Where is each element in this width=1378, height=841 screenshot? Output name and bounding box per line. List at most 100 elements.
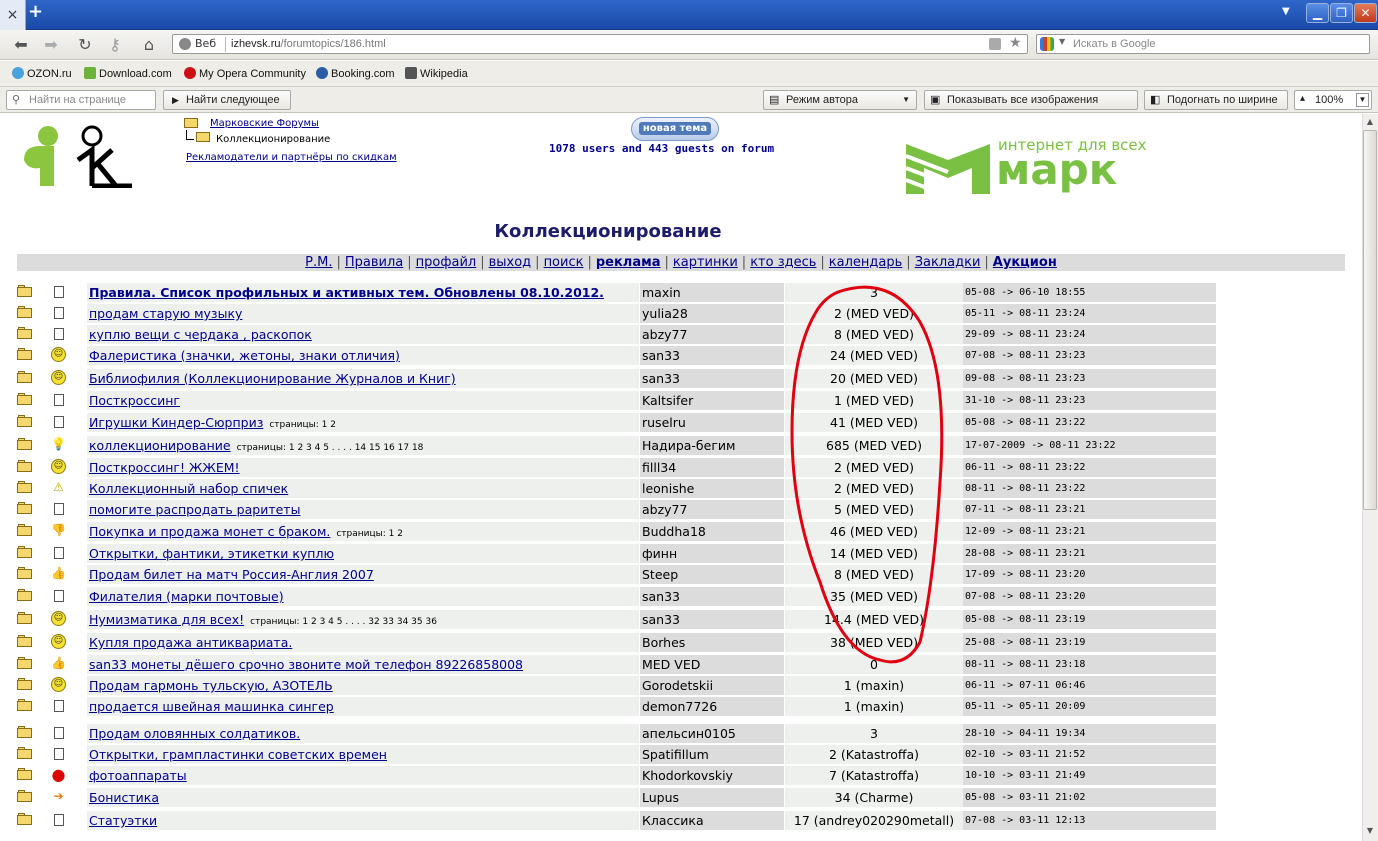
scroll-down-icon[interactable]: ▼: [1364, 826, 1376, 838]
topic-link[interactable]: помогите распродать раритеты: [89, 502, 300, 517]
advertisers-link[interactable]: Рекламодатели и партнёры по скидкам: [186, 152, 397, 163]
topic-link[interactable]: Филателия (марки почтовые): [89, 589, 284, 604]
reload-icon[interactable]: ↻: [74, 34, 96, 56]
topic-title-cell: Фалеристика (значки, жетоны, знаки отлич…: [87, 346, 639, 365]
red-annotation-ellipse: [790, 285, 944, 664]
bookmark-label: Wikipedia: [420, 68, 468, 80]
menu-item[interactable]: Аукцион: [993, 255, 1057, 270]
tab-close-icon[interactable]: ×: [0, 0, 26, 30]
site-logo[interactable]: [20, 120, 138, 188]
topic-link[interactable]: Игрушки Киндер-Сюрприз: [89, 415, 263, 430]
document-icon: [54, 700, 64, 712]
chevron-down-icon[interactable]: ▼: [1356, 93, 1369, 107]
author-mode-icon: ▤: [769, 94, 780, 106]
topic-link[interactable]: продается швейная машинка сингер: [89, 699, 334, 714]
topic-link[interactable]: Продам гармонь тульскую, АЗОТЕЛЬ: [89, 678, 333, 693]
smiley-icon: ☺: [51, 611, 66, 626]
topic-title-cell: Продам гармонь тульскую, АЗОТЕЛЬ: [87, 676, 639, 695]
menu-item[interactable]: кто здесь: [750, 255, 816, 270]
bookmark-download[interactable]: Download.com: [84, 67, 172, 80]
bookmark-star-icon[interactable]: ★: [1009, 35, 1022, 51]
topic-author: Khodorkovskiy: [640, 766, 784, 785]
menu-item[interactable]: Закладки: [915, 255, 981, 270]
close-window-icon[interactable]: ✕: [1354, 3, 1377, 23]
maximize-icon[interactable]: ❐: [1330, 3, 1353, 23]
topic-author: Borhes: [640, 633, 784, 652]
menu-item[interactable]: профайл: [416, 255, 477, 270]
topic-link[interactable]: продам старую музыку: [89, 306, 242, 321]
topic-link[interactable]: Правила. Список профильных и активных те…: [89, 285, 604, 300]
topic-link[interactable]: Библиофилия (Коллекционирование Журналов…: [89, 371, 456, 386]
topic-link[interactable]: Открытки, грампластинки советских времен: [89, 747, 387, 762]
minimize-icon[interactable]: ▁: [1306, 3, 1329, 23]
find-next-button[interactable]: ▶ Найти следующее: [163, 90, 291, 110]
menu-item[interactable]: картинки: [673, 255, 738, 270]
menu-item[interactable]: реклама: [596, 255, 661, 270]
topic-link[interactable]: Статуэтки: [89, 813, 157, 828]
find-next-icon: ▶: [172, 95, 179, 105]
topic-pages[interactable]: страницы: 1 2: [269, 420, 336, 430]
topic-link[interactable]: Покупка и продажа монет с браком.: [89, 524, 330, 539]
new-tab-button[interactable]: +: [28, 3, 44, 21]
menu-item[interactable]: Р.М.: [305, 255, 332, 270]
topic-link[interactable]: куплю вещи с чердака , раскопок: [89, 327, 312, 342]
topic-link[interactable]: коллекционирование: [89, 438, 231, 453]
topic-link[interactable]: Купля продажа антиквариата.: [89, 635, 292, 650]
search-box[interactable]: ▼ Искать в Google: [1036, 34, 1370, 54]
topic-link[interactable]: Посткроссинг! ЖЖЕМ!: [89, 460, 240, 475]
menu-item[interactable]: поиск: [544, 255, 584, 270]
thumbs-up-icon: 👍: [51, 566, 66, 580]
forward-icon[interactable]: ➡: [40, 34, 62, 56]
topic-pages[interactable]: страницы: 1 2 3 4 5 . . . . 14 15 16 17 …: [237, 443, 424, 453]
mark-logo[interactable]: интернет для всех марк: [902, 136, 1152, 202]
author-mode-select[interactable]: ▤ Режим автора ▼: [763, 90, 917, 110]
find-input[interactable]: ⚲ Найти на странице: [6, 90, 156, 110]
opera-icon: [184, 67, 196, 79]
search-engine-dropdown-icon[interactable]: ▼: [1059, 37, 1065, 46]
topic-pages[interactable]: страницы: 1 2: [336, 529, 403, 539]
key-icon[interactable]: ⚷: [104, 34, 126, 56]
scrollbar-thumb[interactable]: [1363, 130, 1377, 510]
back-icon[interactable]: ⬅: [10, 34, 32, 56]
url-text[interactable]: izhevsk.ru/forumtopics/186.html: [231, 36, 386, 52]
folder-icon: [17, 546, 32, 558]
topic-link[interactable]: Посткроссинг: [89, 393, 180, 408]
breadcrumb-root-link[interactable]: Марковские Форумы: [210, 118, 319, 129]
topic-link[interactable]: Продам оловянных солдатиков.: [89, 726, 300, 741]
topic-link[interactable]: Коллекционный набор спичек: [89, 481, 288, 496]
booking-icon: [316, 67, 328, 79]
new-topic-button[interactable]: новая тема: [631, 117, 719, 141]
topic-replies: 17 (andrey020290metall): [785, 811, 963, 830]
menu-item[interactable]: Правила: [345, 255, 403, 270]
topic-link[interactable]: Открытки, фантики, этикетки куплю: [89, 546, 334, 561]
topic-pages[interactable]: страницы: 1 2 3 4 5 . . . . 32 33 34 35 …: [250, 617, 437, 627]
home-icon[interactable]: ⌂: [138, 34, 160, 56]
google-icon: [1040, 37, 1054, 51]
bookmark-booking[interactable]: Booking.com: [316, 67, 395, 80]
rss-icon[interactable]: [989, 38, 1001, 50]
search-placeholder: Искать в Google: [1073, 38, 1156, 50]
zoom-select[interactable]: ▴ 100% ▼: [1294, 90, 1372, 110]
fit-width-button[interactable]: ◧ Подогнать по ширине: [1144, 90, 1288, 110]
topic-link[interactable]: Продам билет на матч Россия-Англия 2007: [89, 567, 374, 582]
topic-link[interactable]: Бонистика: [89, 790, 159, 805]
topic-link[interactable]: фотоаппараты: [89, 768, 187, 783]
folder-icon: [17, 635, 32, 647]
bookmark-wikipedia[interactable]: Wikipedia: [405, 67, 468, 80]
bookmark-ozon[interactable]: OZON.ru: [12, 67, 72, 80]
folder-icon: [17, 747, 32, 759]
topic-link[interactable]: Фалеристика (значки, жетоны, знаки отлич…: [89, 348, 400, 363]
menu-item[interactable]: выход: [489, 255, 532, 270]
bookmark-opera[interactable]: My Opera Community: [184, 67, 306, 80]
show-images-button[interactable]: ▣ Показывать все изображения: [924, 90, 1138, 110]
topic-link[interactable]: san33 монеты дёшего срочно звоните мой т…: [89, 657, 523, 672]
folder-icon: [17, 678, 32, 690]
tab-menu-icon[interactable]: ▼: [1282, 6, 1290, 17]
address-bar[interactable]: Веб izhevsk.ru/forumtopics/186.html ★: [172, 34, 1028, 54]
menu-item[interactable]: календарь: [829, 255, 903, 270]
topic-replies: 1 (maxin): [785, 697, 963, 716]
address-separator: [225, 37, 226, 52]
topic-date: 31-10 -> 08-11 23:23: [963, 391, 1216, 410]
topic-link[interactable]: Нумизматика для всех!: [89, 612, 244, 627]
scroll-up-icon[interactable]: ▲: [1364, 117, 1376, 129]
